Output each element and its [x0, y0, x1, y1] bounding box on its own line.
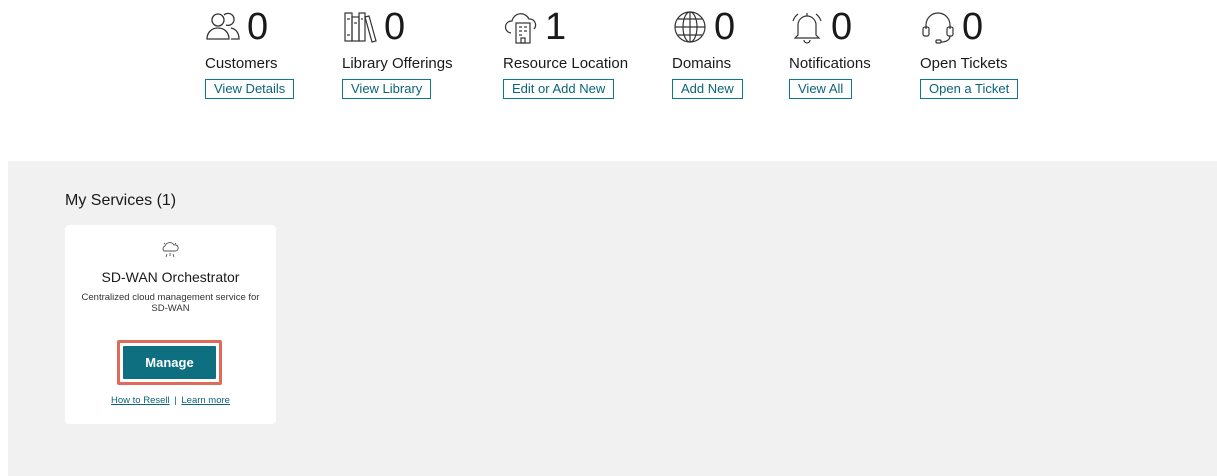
- open-a-ticket-button[interactable]: Open a Ticket: [920, 79, 1019, 99]
- open-tickets-count: 0: [962, 6, 984, 48]
- manage-button[interactable]: Manage: [123, 346, 216, 379]
- service-description: Centralized cloud management service for…: [81, 292, 260, 314]
- stat-customers: 0 Customers View Details: [205, 5, 295, 99]
- notifications-label: Notifications: [789, 55, 871, 72]
- open-tickets-label: Open Tickets: [920, 55, 1008, 72]
- view-details-button[interactable]: View Details: [205, 79, 295, 99]
- view-library-button[interactable]: View Library: [342, 79, 432, 99]
- globe-icon: [672, 9, 708, 45]
- notifications-count: 0: [831, 6, 853, 48]
- stat-resource-location: 1 Resource Location Edit or Add New: [503, 5, 628, 99]
- customers-label: Customers: [205, 55, 278, 72]
- stat-open-tickets: 0 Open Tickets Open a Ticket: [920, 5, 1019, 99]
- add-new-button[interactable]: Add New: [672, 79, 743, 99]
- link-separator: |: [174, 395, 177, 406]
- stat-library: 0 Library Offerings View Library: [342, 5, 453, 99]
- stat-notifications: 0 Notifications View All: [789, 5, 871, 99]
- service-links: How to Resell | Learn more: [65, 395, 276, 406]
- customers-count: 0: [247, 6, 269, 48]
- edit-or-add-new-button[interactable]: Edit or Add New: [503, 79, 615, 99]
- library-label: Library Offerings: [342, 55, 453, 72]
- view-all-button[interactable]: View All: [789, 79, 853, 99]
- resource-location-icon: [503, 9, 539, 45]
- resource-location-label: Resource Location: [503, 55, 629, 72]
- my-services-panel: My Services (1) SD-WAN Orchestrator Cent…: [8, 161, 1217, 476]
- sdwan-cloud-icon: [160, 239, 180, 259]
- domains-label: Domains: [672, 55, 732, 72]
- headset-icon: [920, 9, 956, 45]
- learn-more-link[interactable]: Learn more: [181, 395, 230, 406]
- how-to-resell-link[interactable]: How to Resell: [111, 395, 170, 406]
- resource-location-count: 1: [545, 6, 567, 48]
- my-services-title: My Services (1): [65, 192, 177, 209]
- service-card-sdwan: SD-WAN Orchestrator Centralized cloud ma…: [65, 225, 276, 424]
- library-count: 0: [384, 6, 406, 48]
- service-title: SD-WAN Orchestrator: [101, 269, 240, 285]
- bell-icon: [789, 9, 825, 45]
- customers-icon: [205, 9, 241, 45]
- domains-count: 0: [714, 6, 736, 48]
- stat-domains: 0 Domains Add New: [672, 5, 743, 99]
- library-icon: [342, 9, 378, 45]
